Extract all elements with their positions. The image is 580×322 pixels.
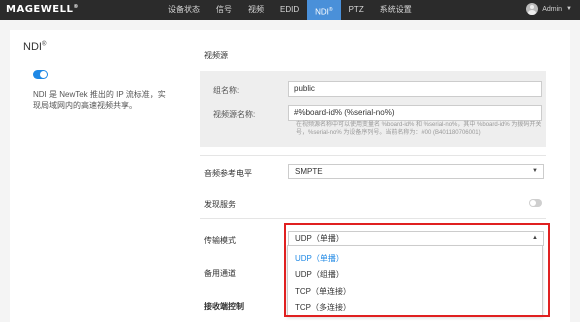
ndi-enable-toggle[interactable] — [33, 70, 48, 79]
highlight-box — [284, 223, 550, 317]
main-nav: 设备状态 信号 视频 EDID NDI® PTZ 系统设置 — [160, 0, 420, 20]
nav-item-signal[interactable]: 信号 — [208, 0, 240, 20]
top-navigation-bar: MAGEWELL® 设备状态 信号 视频 EDID NDI® PTZ 系统设置 … — [0, 0, 580, 20]
backup-channel-label: 备用通道 — [204, 269, 236, 278]
avatar-icon — [526, 3, 539, 15]
video-source-section-title: 视频源 — [204, 51, 228, 60]
divider — [200, 218, 546, 219]
page-title-mark: ® — [41, 41, 47, 48]
ndi-description: NDI 是 NewTek 推出的 IP 流标准，实现局域网内的高速视频共享。 — [33, 90, 166, 110]
nav-item-video[interactable]: 视频 — [240, 0, 272, 20]
audio-ref-label: 音频参考电平 — [204, 169, 252, 178]
nav-item-edid[interactable]: EDID — [272, 0, 307, 20]
audio-ref-select[interactable]: SMPTE ▼ — [288, 164, 544, 179]
logo-text: MAGEWELL — [6, 4, 74, 15]
magewell-logo[interactable]: MAGEWELL® — [6, 4, 79, 15]
nav-item-ndi[interactable]: NDI® — [307, 0, 341, 20]
user-menu[interactable]: Admin ▼ — [526, 3, 572, 15]
nav-item-device-status[interactable]: 设备状态 — [160, 0, 208, 20]
nav-item-system-settings[interactable]: 系统设置 — [372, 0, 420, 20]
dropdown-arrow-icon: ▼ — [532, 168, 538, 174]
source-name-label: 视频源名称: — [213, 110, 256, 119]
divider — [200, 155, 546, 156]
chevron-down-icon: ▼ — [566, 6, 572, 12]
nav-item-ptz[interactable]: PTZ — [341, 0, 372, 20]
page-title-text: NDI — [23, 41, 42, 53]
page-title: NDI® — [23, 41, 46, 53]
group-name-label: 组名称: — [213, 86, 240, 95]
nav-item-ndi-label: NDI — [315, 7, 329, 17]
transport-mode-label: 传输模式 — [204, 236, 236, 245]
source-name-hint: 在视频源名称中可以使用变量名 %board-id% 和 %serial-no%，… — [296, 122, 542, 136]
source-name-input[interactable]: #%board-id% (%serial-no%) — [288, 105, 542, 121]
audio-ref-value: SMPTE — [295, 167, 323, 176]
group-name-input[interactable]: public — [288, 81, 542, 97]
discovery-toggle[interactable] — [529, 199, 542, 207]
receiver-control-label: 接收端控制 — [204, 302, 244, 311]
ndi-registered-mark: ® — [328, 7, 333, 13]
logo-mark: ® — [73, 4, 79, 10]
user-name: Admin — [542, 5, 563, 13]
discovery-label: 发现服务 — [204, 200, 236, 209]
